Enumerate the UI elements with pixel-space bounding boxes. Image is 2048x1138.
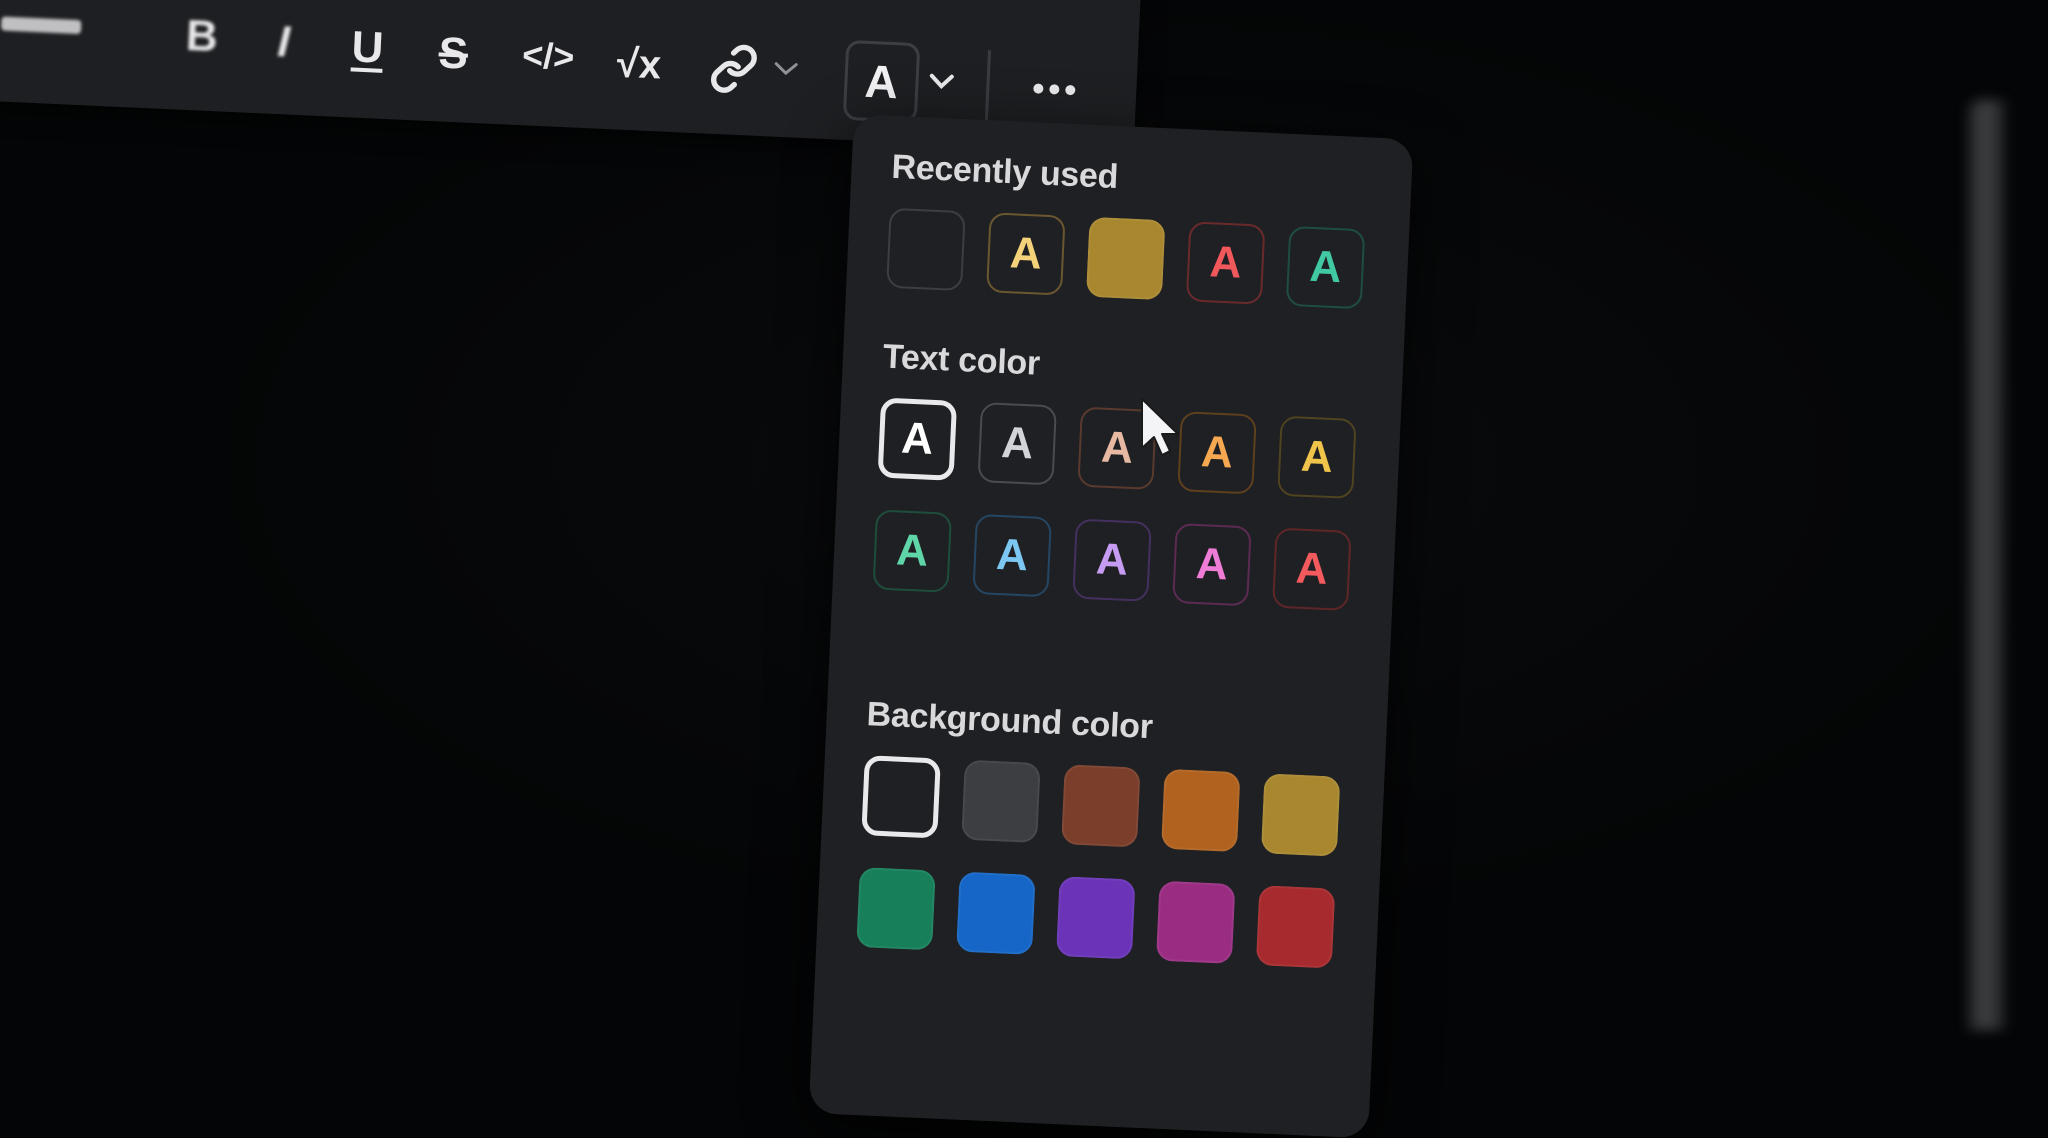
swatch-letter: A [1095,534,1130,585]
swatch-letter: A [1200,427,1235,478]
text-color-gray[interactable]: A [977,402,1057,486]
mouse-cursor-icon [1141,398,1179,456]
bold-button[interactable]: B [179,6,226,68]
background-color-heading: Background color [865,695,1154,747]
background-color-orange[interactable] [1160,768,1241,853]
recent-swatch-2[interactable]: A [986,212,1066,296]
swatch-letter: A [1308,241,1343,293]
chevron-down-icon[interactable] [924,61,960,103]
background-color-pink[interactable] [1155,880,1236,965]
block-type-button[interactable] [0,0,98,58]
text-color-blue[interactable]: A [972,513,1052,598]
more-icon[interactable] [1023,68,1085,111]
window-edge [1968,100,2006,1030]
text-color-orange[interactable]: A [1177,411,1257,495]
toolbar-divider [984,50,992,123]
swatch-letter: A [1000,418,1035,469]
background-color-blue[interactable] [956,871,1036,955]
strikethrough-button[interactable]: S [430,21,477,87]
recent-swatch-5[interactable]: A [1285,225,1366,310]
swatch-letter: A [1299,431,1334,483]
swatch-letter: A [895,525,930,576]
text-color-button[interactable]: A [842,39,921,124]
recently-used-heading: Recently used [890,147,1119,197]
background-color-brown[interactable] [1061,764,1141,848]
color-picker-popup: Recently used AAA Text color AAAAAAAAAA … [808,114,1414,1138]
text-color-yellow[interactable]: A [1277,415,1357,500]
swatch-letter: A [1100,422,1135,473]
background-color-default[interactable] [861,755,941,839]
text-color-purple[interactable]: A [1072,518,1152,602]
recent-swatch-4[interactable]: A [1185,221,1266,305]
background-color-red[interactable] [1255,885,1336,969]
text-color-red[interactable]: A [1272,527,1352,611]
text-color-pink[interactable]: A [1172,523,1252,607]
italic-button[interactable]: I [262,11,305,73]
swatch-letter: A [1008,228,1043,279]
chevron-down-icon[interactable] [768,48,804,90]
swatch-letter: A [995,529,1030,581]
swatch-letter: A [1194,539,1229,590]
swatch-letter: A [1208,237,1243,288]
text-color-green[interactable]: A [872,509,953,593]
recent-swatch-3[interactable] [1085,216,1166,301]
text-color-heading: Text color [882,337,1041,383]
swatch-letter: A [900,413,935,464]
swatch-letter: A [1294,543,1329,594]
math-button[interactable]: √x [606,31,673,98]
recent-swatch-1[interactable] [886,207,966,292]
text-color-default[interactable]: A [877,397,958,481]
code-button[interactable]: </> [512,23,585,90]
underline-button[interactable]: U [344,15,391,81]
background-color-purple[interactable] [1056,876,1136,960]
background-color-yellow[interactable] [1260,773,1341,857]
background-color-gray[interactable] [961,759,1041,844]
link-icon[interactable] [704,36,765,103]
background-color-green[interactable] [856,867,936,951]
